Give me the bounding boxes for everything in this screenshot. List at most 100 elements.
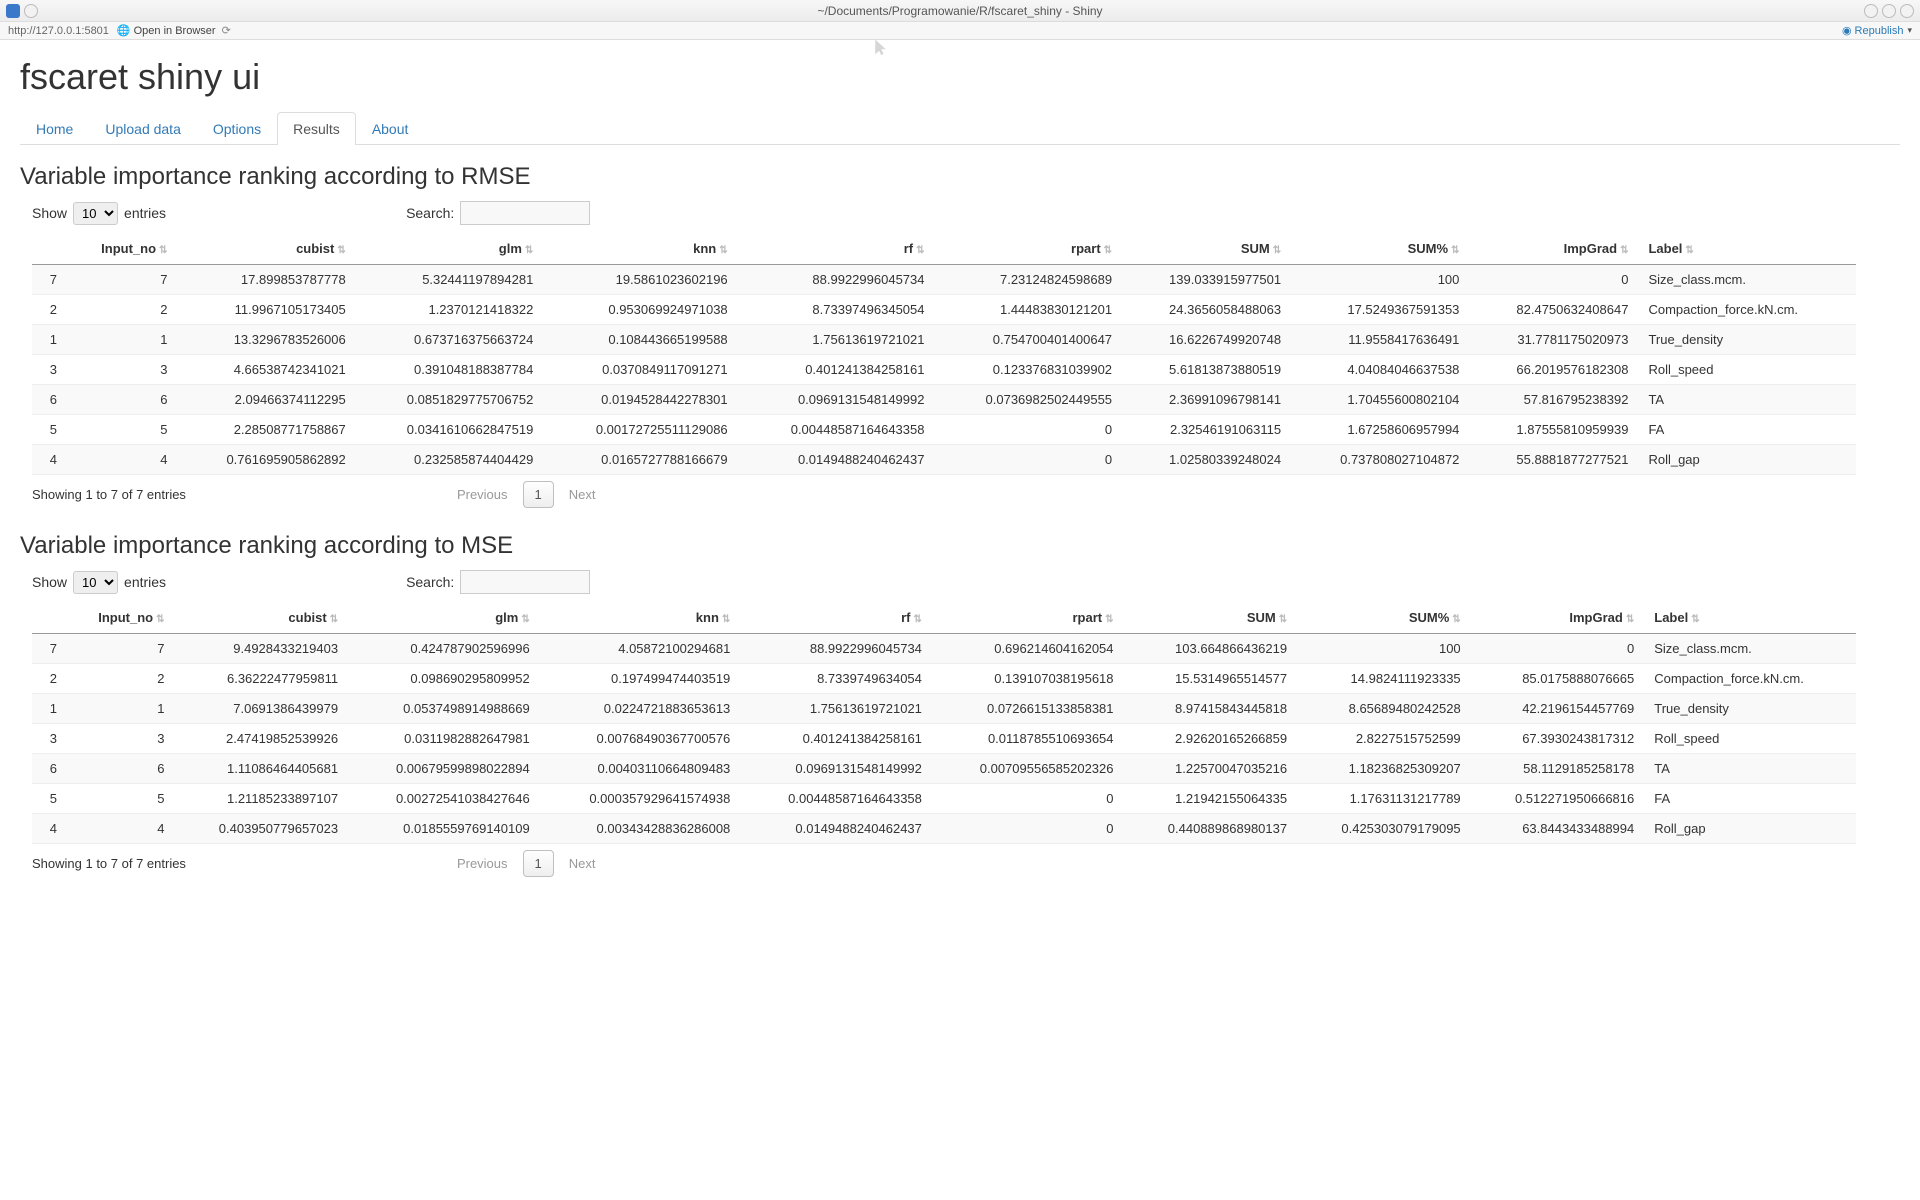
tab-upload-data[interactable]: Upload data (89, 112, 197, 145)
column-header[interactable]: glm⇅ (356, 233, 544, 265)
cell: 0.424787902596996 (348, 634, 540, 664)
table-row: 332.474198525399260.03119828826479810.00… (32, 724, 1856, 754)
app-icon (6, 4, 20, 18)
column-header[interactable]: rf⇅ (740, 602, 932, 634)
minimize-icon[interactable] (1864, 4, 1878, 18)
column-header[interactable]: Input_no⇅ (67, 233, 177, 265)
republish-button[interactable]: ◉ Republish (1842, 24, 1904, 37)
sort-icon: ⇅ (1685, 245, 1693, 256)
cell: 0.0185559769140109 (348, 814, 540, 844)
cell: 1 (67, 325, 177, 355)
column-header[interactable]: rf⇅ (738, 233, 935, 265)
next-button[interactable]: Next (558, 851, 607, 876)
toolbar: http://127.0.0.1:5801 🌐 Open in Browser … (0, 22, 1920, 40)
cell: 2 (67, 295, 177, 325)
cell: 1 (32, 694, 67, 724)
cell: 100 (1291, 265, 1469, 295)
column-header[interactable]: ImpGrad⇅ (1471, 602, 1645, 634)
table-row: 551.211852338971070.002725410384276460.0… (32, 784, 1856, 814)
column-header[interactable]: SUM⇅ (1124, 602, 1298, 634)
open-in-browser-label: Open in Browser (134, 25, 216, 37)
column-header[interactable]: SUM%⇅ (1297, 602, 1471, 634)
cell: 2.36991096798141 (1122, 385, 1291, 415)
back-icon[interactable] (24, 4, 38, 18)
column-header[interactable]: SUM%⇅ (1291, 233, 1469, 265)
table-info: Showing 1 to 7 of 7 entries (32, 487, 186, 502)
tab-home[interactable]: Home (20, 112, 89, 145)
window-title: ~/Documents/Programowanie/R/fscaret_shin… (817, 4, 1102, 18)
cell: TA (1644, 754, 1855, 784)
column-header[interactable]: SUM⇅ (1122, 233, 1291, 265)
cell: Compaction_force.kN.cm. (1644, 664, 1855, 694)
cell: 3 (32, 355, 67, 385)
cell: 7 (67, 265, 177, 295)
page-1-button[interactable]: 1 (523, 850, 554, 877)
cell: TA (1638, 385, 1855, 415)
table-row: 117.06913864399790.05374989149886690.022… (32, 694, 1856, 724)
column-header[interactable] (32, 233, 67, 265)
tab-options[interactable]: Options (197, 112, 277, 145)
next-button[interactable]: Next (558, 482, 607, 507)
column-header[interactable]: glm⇅ (348, 602, 540, 634)
cell: 0.0149488240462437 (738, 445, 935, 475)
length-control: Show 10 entries (32, 571, 166, 594)
table-row: 552.285087717588670.03416106628475190.00… (32, 415, 1856, 445)
entries-select[interactable]: 10 (73, 571, 118, 594)
column-header[interactable]: knn⇅ (540, 602, 741, 634)
cell: Roll_gap (1644, 814, 1855, 844)
column-header[interactable]: cubist⇅ (177, 233, 355, 265)
cell: 0 (932, 784, 1124, 814)
address-url: http://127.0.0.1:5801 (8, 25, 109, 37)
sort-icon: ⇅ (521, 614, 529, 625)
cell: 1.22570047035216 (1124, 754, 1298, 784)
cell: 0.401241384258161 (740, 724, 932, 754)
cell: 57.816795238392 (1469, 385, 1638, 415)
entries-select[interactable]: 10 (73, 202, 118, 225)
page-1-button[interactable]: 1 (523, 481, 554, 508)
prev-button[interactable]: Previous (446, 482, 519, 507)
column-label: knn (693, 241, 716, 256)
column-label: SUM (1247, 610, 1276, 625)
cell: 82.4750632408647 (1469, 295, 1638, 325)
column-header[interactable]: rpart⇅ (932, 602, 1124, 634)
sort-icon: ⇅ (1452, 614, 1460, 625)
tab-results[interactable]: Results (277, 112, 356, 145)
search-input[interactable] (460, 201, 590, 225)
sort-icon: ⇅ (1104, 245, 1112, 256)
column-header[interactable]: Label⇅ (1638, 233, 1855, 265)
table-row: 440.4039507796570230.01855597691401090.0… (32, 814, 1856, 844)
cell: 5.32441197894281 (356, 265, 544, 295)
cell: 0.0118785510693654 (932, 724, 1124, 754)
column-header[interactable]: rpart⇅ (934, 233, 1122, 265)
cell: 0 (1471, 634, 1645, 664)
cell: 0.139107038195618 (932, 664, 1124, 694)
column-header[interactable]: ImpGrad⇅ (1469, 233, 1638, 265)
column-header[interactable]: Label⇅ (1644, 602, 1855, 634)
close-icon[interactable] (1900, 4, 1914, 18)
prev-button[interactable]: Previous (446, 851, 519, 876)
refresh-icon[interactable]: ⟳ (222, 24, 231, 37)
column-header[interactable] (32, 602, 67, 634)
cell: 15.5314965514577 (1124, 664, 1298, 694)
cell: 2.09466374112295 (177, 385, 355, 415)
cell: 0.00768490367700576 (540, 724, 741, 754)
republish-dropdown-icon[interactable]: ▾ (1907, 25, 1912, 36)
maximize-icon[interactable] (1882, 4, 1896, 18)
sort-icon: ⇅ (1105, 614, 1113, 625)
column-header[interactable]: cubist⇅ (175, 602, 349, 634)
column-header[interactable]: knn⇅ (543, 233, 737, 265)
cell: 0.0224721883653613 (540, 694, 741, 724)
cell: 8.73397496345054 (738, 295, 935, 325)
column-header[interactable]: Input_no⇅ (67, 602, 175, 634)
cell: 0.197499474403519 (540, 664, 741, 694)
cell: 0.512271950666816 (1471, 784, 1645, 814)
tab-about[interactable]: About (356, 112, 425, 145)
cell: 1.21185233897107 (175, 784, 349, 814)
cell: Size_class.mcm. (1638, 265, 1855, 295)
search-input[interactable] (460, 570, 590, 594)
cell: 7.0691386439979 (175, 694, 349, 724)
cell: 4 (67, 814, 175, 844)
open-in-browser-button[interactable]: 🌐 Open in Browser (117, 24, 216, 37)
entries-label: entries (124, 574, 166, 590)
globe-icon: 🌐 (117, 24, 131, 37)
